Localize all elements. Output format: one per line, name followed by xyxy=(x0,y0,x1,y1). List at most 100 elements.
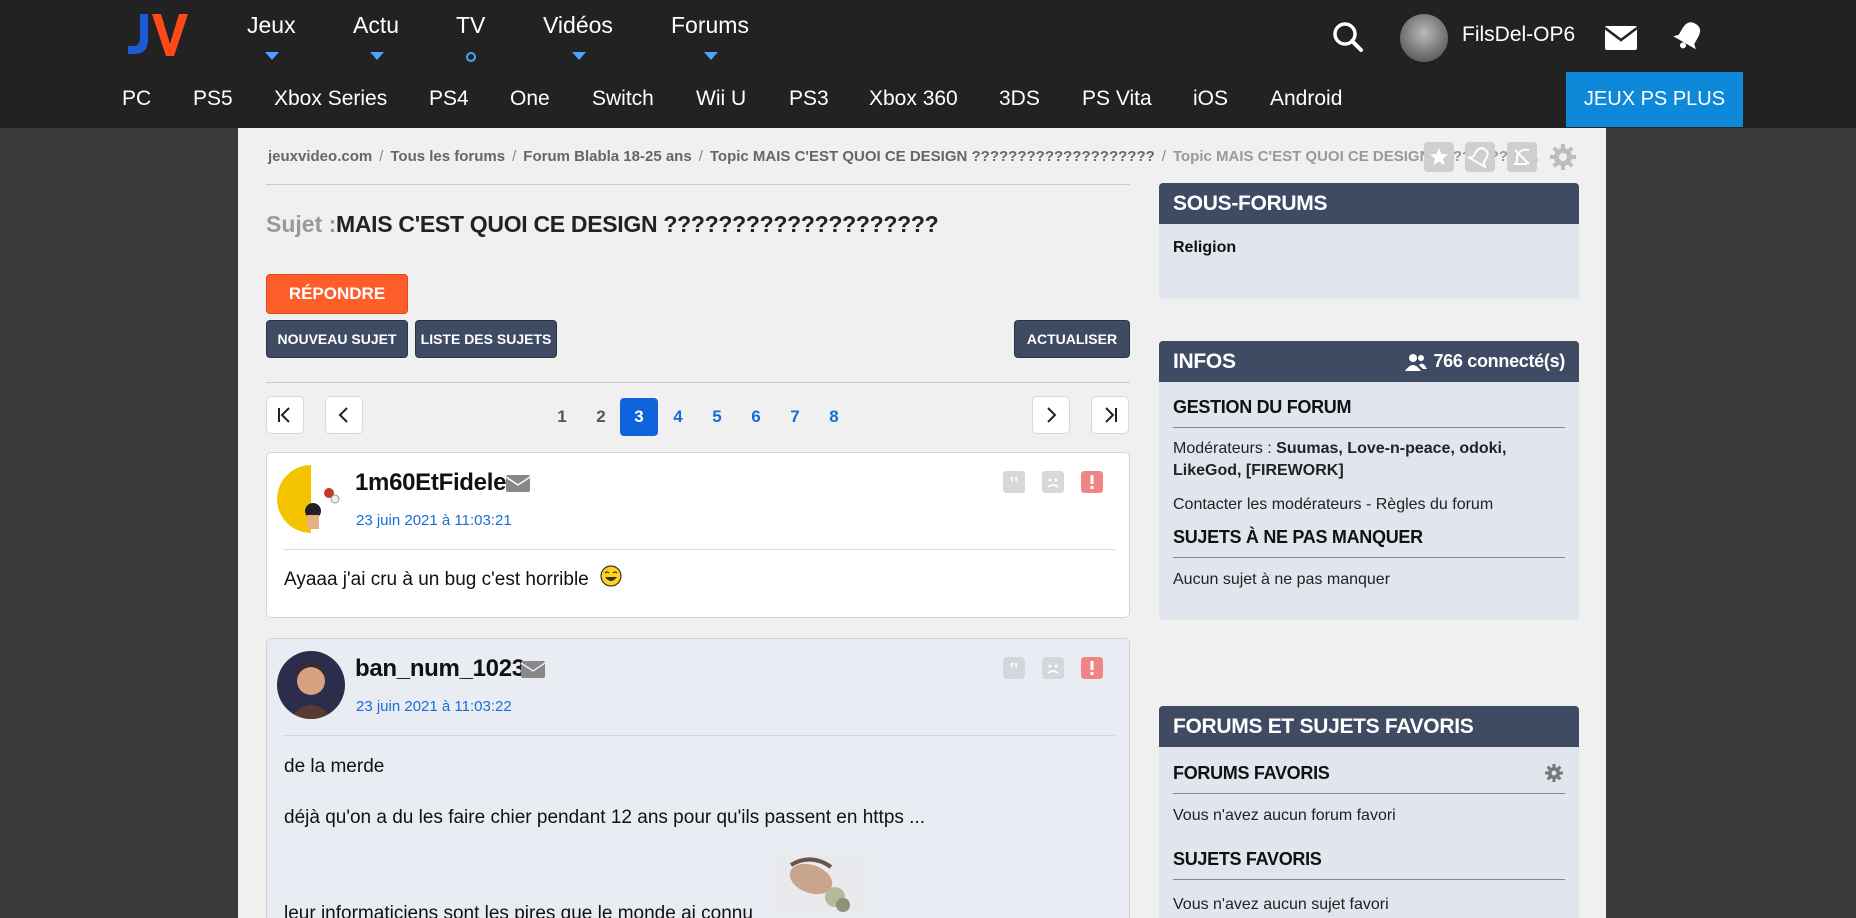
chevron-down-icon xyxy=(572,52,586,60)
mail-icon[interactable] xyxy=(521,661,545,678)
breadcrumb-all-forums[interactable]: Tous les forums xyxy=(390,148,505,165)
platform-ps-vita[interactable]: PS Vita xyxy=(1082,87,1152,111)
next-page-button[interactable] xyxy=(1032,396,1070,434)
sous-forum-link[interactable]: Religion xyxy=(1173,239,1236,257)
post-date[interactable]: 23 juin 2021 à 11:03:22 xyxy=(356,698,512,715)
new-topic-button[interactable]: NOUVEAU SUJET xyxy=(266,320,408,358)
username[interactable]: FilsDel-OP6 xyxy=(1462,23,1575,47)
page-link-4[interactable]: 4 xyxy=(659,398,697,436)
post-message: ban_num_1023 23 juin 2021 à 11:03:22 " d… xyxy=(266,638,1130,918)
mail-icon[interactable] xyxy=(1604,21,1638,55)
previous-page-button[interactable] xyxy=(325,396,363,434)
platform-ps4[interactable]: PS4 xyxy=(429,87,469,111)
avatar[interactable] xyxy=(1400,14,1448,62)
panel-title: INFOS 766 connecté(s) xyxy=(1159,341,1579,382)
page-title: MAIS C'EST QUOI CE DESIGN ??????????????… xyxy=(336,211,939,237)
avatar[interactable] xyxy=(277,651,345,719)
section-title: GESTION DU FORUM xyxy=(1173,397,1352,417)
first-page-button[interactable] xyxy=(266,396,304,434)
section-title: FORUMS FAVORIS xyxy=(1173,763,1330,783)
post-date[interactable]: 23 juin 2021 à 11:03:21 xyxy=(356,512,512,529)
breadcrumb-topic[interactable]: Topic MAIS C'EST QUOI CE DESIGN ????????… xyxy=(710,148,1155,165)
post-actions: " xyxy=(1003,657,1115,681)
mail-icon[interactable] xyxy=(506,475,530,492)
platform-one[interactable]: One xyxy=(510,87,550,111)
svg-text:": " xyxy=(1008,473,1019,493)
sticker-image xyxy=(771,853,867,917)
gear-icon[interactable] xyxy=(1544,763,1564,783)
post-text: de la merde xyxy=(284,756,385,777)
search-icon[interactable] xyxy=(1331,20,1365,54)
page-link-5[interactable]: 5 xyxy=(698,398,736,436)
platform-wii-u[interactable]: Wii U xyxy=(696,87,746,111)
last-page-button[interactable] xyxy=(1091,396,1129,434)
gear-icon[interactable] xyxy=(1548,142,1578,172)
reply-button[interactable]: RÉPONDRE xyxy=(266,274,408,314)
platform-ps3[interactable]: PS3 xyxy=(789,87,829,111)
platform-ios[interactable]: iOS xyxy=(1193,87,1228,111)
nav-actu[interactable]: Actu xyxy=(353,12,399,39)
moderators-list[interactable]: Suumas, Love-n-peace, odoki, xyxy=(1276,440,1506,457)
platform-xbox-360[interactable]: Xbox 360 xyxy=(869,87,958,111)
notification-bell-icon[interactable] xyxy=(1672,18,1706,52)
favorites-panel: FORUMS ET SUJETS FAVORIS FORUMS FAVORIS … xyxy=(1159,706,1579,918)
breadcrumb-forum[interactable]: Forum Blabla 18-25 ans xyxy=(523,148,691,165)
page-link-7[interactable]: 7 xyxy=(776,398,814,436)
sad-face-icon[interactable] xyxy=(1042,471,1064,493)
report-icon[interactable] xyxy=(1081,657,1103,679)
platform-3ds[interactable]: 3DS xyxy=(999,87,1040,111)
quote-icon[interactable]: " xyxy=(1003,657,1025,679)
platform-ps5[interactable]: PS5 xyxy=(193,87,233,111)
topic-tools xyxy=(1424,142,1576,174)
subject-label: Sujet : xyxy=(266,211,337,237)
panel-title: FORUMS ET SUJETS FAVORIS xyxy=(1159,706,1579,747)
platform-xbox-series[interactable]: Xbox Series xyxy=(274,87,387,111)
topic-list-button[interactable]: LISTE DES SUJETS xyxy=(415,320,557,358)
panel-title-text: INFOS xyxy=(1173,349,1236,373)
page-link-current[interactable]: 3 xyxy=(620,398,658,436)
svg-text:": " xyxy=(1008,659,1019,679)
nav-forums[interactable]: Forums xyxy=(671,12,749,39)
nav-tv[interactable]: TV xyxy=(456,12,485,39)
ps-plus-button[interactable]: JEUX PS PLUS xyxy=(1566,72,1743,127)
nav-jeux[interactable]: Jeux xyxy=(247,12,296,39)
laughing-emoji-icon xyxy=(600,565,622,587)
jv-logo-icon[interactable] xyxy=(126,10,192,58)
bell-icon[interactable] xyxy=(1465,142,1495,172)
connected-count-text: 766 connecté(s) xyxy=(1433,351,1565,371)
unsubscribe-icon[interactable] xyxy=(1507,142,1537,172)
star-icon[interactable] xyxy=(1424,142,1454,172)
live-dot-icon xyxy=(466,52,476,62)
platform-switch[interactable]: Switch xyxy=(592,87,654,111)
chevron-right-icon xyxy=(1047,407,1057,423)
page-link-6[interactable]: 6 xyxy=(737,398,775,436)
last-page-icon xyxy=(1105,407,1117,423)
post-author[interactable]: ban_num_1023 xyxy=(355,655,525,683)
avatar[interactable] xyxy=(277,465,345,533)
post-text: leur informaticiens sont les pires que l… xyxy=(284,903,753,918)
moderators-list[interactable]: LikeGod, [FIREWORK] xyxy=(1173,462,1344,480)
breadcrumb-home[interactable]: jeuxvideo.com xyxy=(268,148,372,165)
platform-pc[interactable]: PC xyxy=(122,87,151,111)
divider xyxy=(266,382,1130,383)
users-icon xyxy=(1405,353,1428,371)
platform-android[interactable]: Android xyxy=(1270,87,1342,111)
divider xyxy=(283,549,1115,550)
page-link-1[interactable]: 1 xyxy=(543,398,581,436)
quote-icon[interactable]: " xyxy=(1003,471,1025,493)
sad-face-icon[interactable] xyxy=(1042,657,1064,679)
page-link-2[interactable]: 2 xyxy=(582,398,620,436)
sous-forums-panel: SOUS-FORUMS Religion xyxy=(1159,183,1579,299)
nav-videos[interactable]: Vidéos xyxy=(543,12,613,39)
chevron-down-icon xyxy=(704,52,718,60)
post-text: déjà qu'on a du les faire chier pendant … xyxy=(284,807,926,828)
sujets-favoris-text: Vous n'avez aucun sujet favori xyxy=(1173,896,1389,913)
chevron-down-icon xyxy=(265,52,279,60)
post-author[interactable]: 1m60EtFidele xyxy=(355,469,506,497)
post-message: 1m60EtFidele 23 juin 2021 à 11:03:21 " A… xyxy=(266,452,1130,618)
contact-moderators-link[interactable]: Contacter les modérateurs - Règles du fo… xyxy=(1173,496,1493,514)
page-link-8[interactable]: 8 xyxy=(815,398,853,436)
report-icon[interactable] xyxy=(1081,471,1103,493)
user-avatar-image xyxy=(277,651,345,719)
refresh-button[interactable]: ACTUALISER xyxy=(1014,320,1130,358)
